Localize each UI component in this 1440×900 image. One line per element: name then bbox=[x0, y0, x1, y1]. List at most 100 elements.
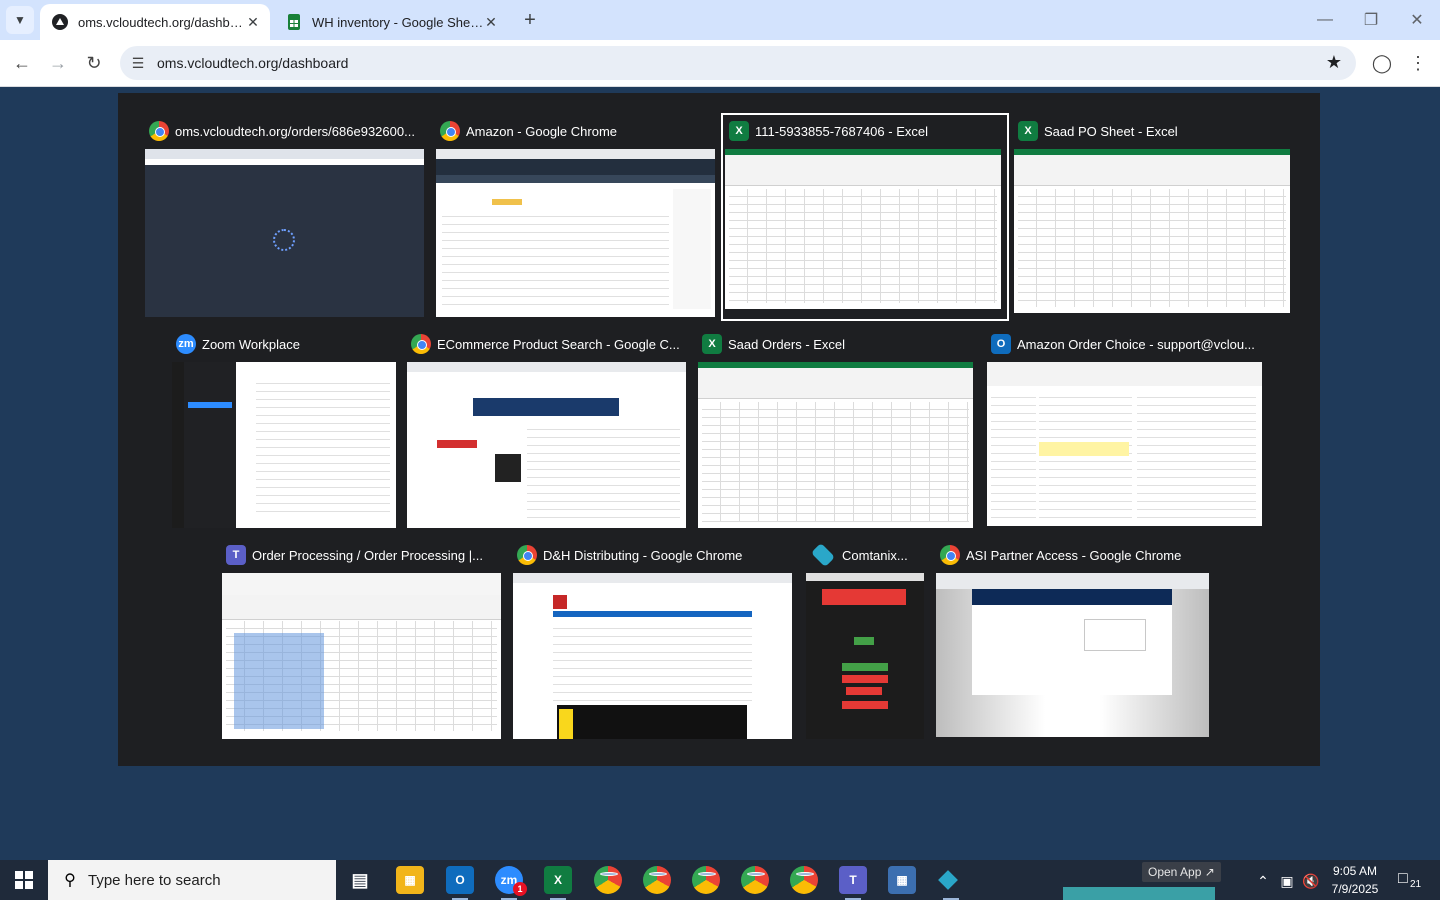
taskbar-zoom[interactable]: zm 1 bbox=[495, 866, 527, 900]
new-tab-button[interactable]: + bbox=[518, 8, 542, 32]
back-button[interactable]: ← bbox=[10, 51, 34, 75]
restore-button[interactable]: ❐ bbox=[1359, 8, 1383, 32]
taskbar-excel[interactable]: X bbox=[544, 866, 572, 900]
window-thumbnail bbox=[222, 573, 501, 739]
minimize-button[interactable]: — bbox=[1313, 8, 1337, 32]
notification-strip bbox=[1063, 887, 1215, 900]
task-switcher: oms.vcloudtech.org/orders/686e932600... … bbox=[118, 93, 1320, 766]
chrome-icon bbox=[440, 121, 460, 141]
chrome-icon bbox=[411, 334, 431, 354]
minimize-icon: — bbox=[1317, 11, 1333, 28]
switcher-window-saad-po[interactable]: X Saad PO Sheet - Excel bbox=[1014, 117, 1294, 317]
switcher-window-comtanix[interactable]: Comtanix... bbox=[806, 541, 926, 741]
close-icon[interactable]: ✕ bbox=[244, 13, 262, 31]
switcher-window-saad-orders[interactable]: X Saad Orders - Excel bbox=[698, 330, 978, 530]
switcher-window-oms-orders[interactable]: oms.vcloudtech.org/orders/686e932600... bbox=[145, 117, 425, 317]
taskbar-chrome-4[interactable] bbox=[741, 866, 769, 894]
close-icon: ✕ bbox=[1410, 12, 1424, 29]
window-label: ECommerce Product Search - Google C... bbox=[411, 330, 680, 358]
close-window-button[interactable]: ✕ bbox=[1405, 8, 1429, 32]
teams-icon: T bbox=[226, 545, 246, 565]
excel-icon: X bbox=[729, 121, 749, 141]
taskbar-comtanix[interactable] bbox=[937, 866, 965, 900]
forward-button[interactable]: → bbox=[46, 51, 70, 75]
tab-search-button[interactable]: ▼ bbox=[6, 6, 34, 34]
excel-icon: X bbox=[1018, 121, 1038, 141]
window-label: X Saad PO Sheet - Excel bbox=[1018, 117, 1178, 145]
folder-icon: ▦ bbox=[404, 873, 416, 887]
window-label: Amazon - Google Chrome bbox=[440, 117, 617, 145]
taskbar-chrome-5[interactable] bbox=[790, 866, 818, 894]
window-thumbnail bbox=[145, 149, 424, 317]
window-thumbnail bbox=[407, 362, 686, 528]
window-title: Amazon Order Choice - support@vclou... bbox=[1017, 336, 1255, 352]
chat-bubble-icon: □ bbox=[1398, 870, 1408, 887]
window-title: oms.vcloudtech.org/orders/686e932600... bbox=[175, 123, 415, 139]
menu-button[interactable]: ⋮ bbox=[1406, 51, 1430, 75]
switcher-window-zoom[interactable]: zm Zoom Workplace bbox=[172, 330, 397, 530]
tab-strip: ▼ oms.vcloudtech.org/dashboard ✕ WH inve… bbox=[0, 0, 1440, 40]
window-label: oms.vcloudtech.org/orders/686e932600... bbox=[149, 117, 415, 145]
address-bar[interactable]: ☰ oms.vcloudtech.org/dashboard ★ bbox=[120, 46, 1356, 80]
window-thumbnail bbox=[698, 362, 973, 528]
taskbar-outlook[interactable]: O bbox=[446, 866, 474, 900]
excel-icon: X bbox=[553, 873, 562, 887]
taskbar-file-explorer[interactable]: ▦ bbox=[396, 866, 424, 894]
bookmark-star-icon[interactable]: ★ bbox=[1326, 52, 1342, 73]
teams-icon: T bbox=[849, 873, 857, 887]
close-icon[interactable]: ✕ bbox=[482, 13, 500, 31]
taskbar-clock[interactable]: 9:05 AM 7/9/2025 bbox=[1320, 862, 1390, 898]
outlook-icon: O bbox=[991, 334, 1011, 354]
taskbar-search-box[interactable]: ⚲ Type here to search bbox=[48, 860, 336, 900]
window-label: X Saad Orders - Excel bbox=[702, 330, 845, 358]
taskbar: ⚲ Type here to search ▤ ▦ O zm 1 X T ▦ ⌃ … bbox=[0, 860, 1440, 900]
start-button[interactable] bbox=[0, 860, 48, 900]
site-info-icon[interactable]: ☰ bbox=[128, 53, 148, 73]
switcher-window-ecommerce[interactable]: ECommerce Product Search - Google C... bbox=[407, 330, 687, 530]
reload-icon: ↻ bbox=[86, 52, 102, 73]
window-label: O Amazon Order Choice - support@vclou... bbox=[991, 330, 1255, 358]
open-app-tooltip[interactable]: Open App ↗ bbox=[1142, 862, 1221, 882]
show-hidden-icons-button[interactable]: ⌃ bbox=[1252, 870, 1274, 892]
window-label: X 111-5933855-7687406 - Excel bbox=[729, 117, 928, 145]
switcher-window-asi[interactable]: ASI Partner Access - Google Chrome bbox=[936, 541, 1216, 741]
network-icon[interactable]: ▣ bbox=[1276, 870, 1298, 892]
arrow-right-icon: → bbox=[49, 52, 67, 73]
url-text: oms.vcloudtech.org/dashboard bbox=[157, 55, 349, 71]
window-thumbnail bbox=[725, 149, 1001, 309]
taskbar-calculator[interactable]: ▦ bbox=[888, 866, 916, 894]
comtanix-icon bbox=[938, 870, 958, 890]
task-view-button[interactable]: ▤ bbox=[346, 866, 374, 894]
plus-icon: + bbox=[524, 8, 536, 31]
excel-icon: X bbox=[702, 334, 722, 354]
window-title: ASI Partner Access - Google Chrome bbox=[966, 547, 1182, 563]
reload-button[interactable]: ↻ bbox=[82, 51, 106, 75]
tab-dashboard[interactable]: oms.vcloudtech.org/dashboard ✕ bbox=[40, 4, 270, 40]
window-title: 111-5933855-7687406 - Excel bbox=[755, 123, 928, 139]
chrome-icon bbox=[517, 545, 537, 565]
switcher-window-teams[interactable]: T Order Processing / Order Processing |..… bbox=[222, 541, 502, 741]
profile-button[interactable]: ◯ bbox=[1370, 51, 1394, 75]
window-label: D&H Distributing - Google Chrome bbox=[517, 541, 742, 569]
window-title: Saad Orders - Excel bbox=[728, 336, 846, 352]
taskbar-teams[interactable]: T bbox=[839, 866, 867, 900]
switcher-window-outlook[interactable]: O Amazon Order Choice - support@vclou... bbox=[987, 330, 1267, 530]
search-placeholder: Type here to search bbox=[88, 872, 221, 889]
more-vert-icon: ⋮ bbox=[1409, 52, 1427, 73]
restore-icon: ❐ bbox=[1363, 12, 1379, 29]
window-title: Comtanix... bbox=[842, 547, 908, 563]
chrome-icon bbox=[940, 545, 960, 565]
switcher-window-amazon[interactable]: Amazon - Google Chrome bbox=[436, 117, 716, 317]
taskbar-chrome-1[interactable] bbox=[594, 866, 622, 894]
volume-muted-icon[interactable]: 🔇 bbox=[1300, 870, 1322, 892]
tab-title: WH inventory - Google Sheets bbox=[312, 14, 484, 30]
window-title: Order Processing / Order Processing |... bbox=[252, 547, 483, 563]
window-label: ASI Partner Access - Google Chrome bbox=[940, 541, 1181, 569]
switcher-window-dh[interactable]: D&H Distributing - Google Chrome bbox=[513, 541, 793, 741]
taskbar-chrome-3[interactable] bbox=[692, 866, 720, 894]
browser-toolbar: ← → ↻ ☰ oms.vcloudtech.org/dashboard ★ ◯… bbox=[0, 40, 1440, 87]
switcher-window-excel-111[interactable]: X 111-5933855-7687406 - Excel bbox=[721, 113, 1009, 321]
tab-wh-inventory[interactable]: WH inventory - Google Sheets ✕ bbox=[274, 4, 508, 40]
action-center-button[interactable]: □ 21 bbox=[1398, 870, 1423, 892]
taskbar-chrome-2[interactable] bbox=[643, 866, 671, 894]
